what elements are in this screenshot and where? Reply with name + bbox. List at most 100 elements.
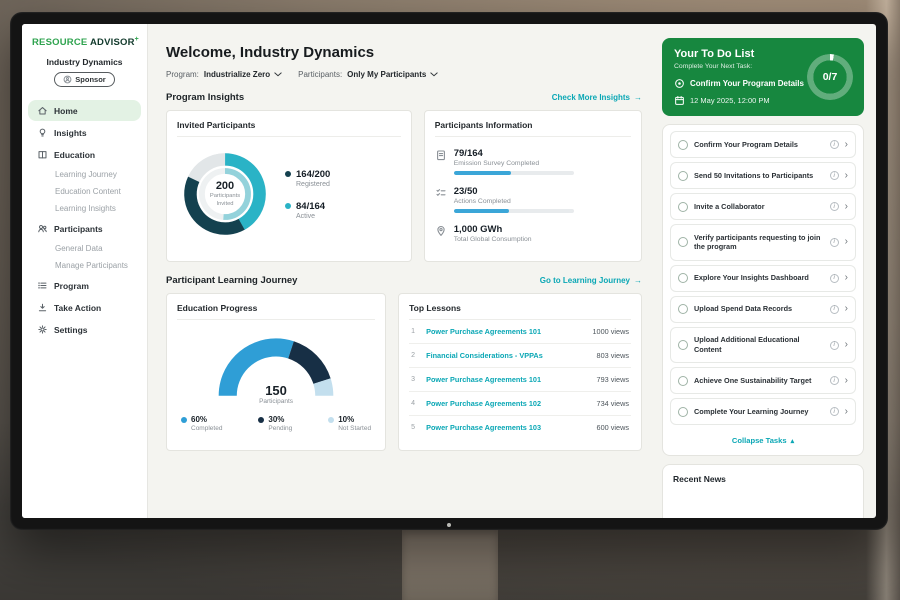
task-row[interactable]: Send 50 Invitations to Participants i › xyxy=(670,162,856,189)
todo-next-task[interactable]: Confirm Your Program Details xyxy=(674,78,814,89)
lesson-link[interactable]: Power Purchase Agreements 101 xyxy=(426,375,589,384)
task-row[interactable]: Explore Your Insights Dashboard i › xyxy=(670,265,856,292)
sidebar-item-program[interactable]: Program xyxy=(28,275,141,296)
info-icon[interactable]: i xyxy=(830,238,839,247)
task-checkbox[interactable] xyxy=(678,237,688,247)
chevron-right-icon[interactable]: › xyxy=(845,237,848,247)
sponsor-badge[interactable]: Sponsor xyxy=(54,72,114,87)
monitor-power-led xyxy=(447,523,451,527)
legend-item-pending: 30% Pending xyxy=(258,415,292,432)
sponsor-label: Sponsor xyxy=(75,75,105,84)
info-icon[interactable]: i xyxy=(830,202,839,211)
sidebar-item-education[interactable]: Education xyxy=(28,144,141,165)
task-label: Complete Your Learning Journey xyxy=(694,407,824,417)
todo-panel: Your To Do List Complete Your Next Task:… xyxy=(658,24,876,518)
info-icon[interactable]: i xyxy=(830,376,839,385)
dashboard-screen: RESOURCE ADVISOR+ Industry Dynamics Spon… xyxy=(22,24,876,518)
todo-progress-ring: 0/7 xyxy=(807,54,853,100)
sidebar-item-general-data[interactable]: General Data xyxy=(22,240,147,257)
sidebar-item-take-action[interactable]: Take Action xyxy=(28,297,141,318)
lesson-link[interactable]: Power Purchase Agreements 103 xyxy=(426,423,589,432)
legend-value: 60% xyxy=(191,415,222,424)
todo-progress-count: 0/7 xyxy=(807,54,853,100)
lesson-views: 803 views xyxy=(597,351,629,360)
info-icon[interactable]: i xyxy=(830,407,839,416)
sidebar-item-education-content[interactable]: Education Content xyxy=(22,183,147,200)
sidebar-item-settings[interactable]: Settings xyxy=(28,319,141,340)
go-to-learning-journey-label: Go to Learning Journey xyxy=(540,276,630,285)
task-label: Send 50 Invitations to Participants xyxy=(694,171,824,181)
task-checkbox[interactable] xyxy=(678,304,688,314)
sidebar-item-participants[interactable]: Participants xyxy=(28,218,141,239)
list-icon xyxy=(37,280,48,291)
invited-participants-card: Invited Participants 200 Participants In… xyxy=(166,110,412,262)
todo-summary-card: Your To Do List Complete Your Next Task:… xyxy=(662,38,864,116)
lesson-rank: 1 xyxy=(411,328,419,335)
lesson-link[interactable]: Financial Considerations - VPPAs xyxy=(426,351,589,360)
program-select[interactable]: Industrialize Zero xyxy=(204,70,282,79)
legend-item-not-started: 10% Not Started xyxy=(328,415,371,432)
top-lessons-title: Top Lessons xyxy=(409,303,631,320)
chevron-right-icon[interactable]: › xyxy=(845,304,848,314)
stat-value: 23/50 xyxy=(454,186,574,197)
task-checkbox[interactable] xyxy=(678,340,688,350)
logo-advisor: ADVISOR+ xyxy=(90,37,139,48)
progress-bar-track xyxy=(454,209,574,213)
program-insights-heading: Program Insights xyxy=(166,92,244,103)
info-icon[interactable]: i xyxy=(830,274,839,283)
lesson-rank: 3 xyxy=(411,376,419,383)
participants-select[interactable]: Only My Participants xyxy=(347,70,438,79)
task-row[interactable]: Complete Your Learning Journey i › xyxy=(670,398,856,425)
chevron-right-icon[interactable]: › xyxy=(845,171,848,181)
task-label: Invite a Collaborator xyxy=(694,202,824,212)
task-row[interactable]: Upload Additional Educational Content i … xyxy=(670,327,856,364)
task-checkbox[interactable] xyxy=(678,202,688,212)
chevron-right-icon[interactable]: › xyxy=(845,140,848,150)
info-icon[interactable]: i xyxy=(830,171,839,180)
chevron-right-icon[interactable]: › xyxy=(845,340,848,350)
task-row[interactable]: Achieve One Sustainability Target i › xyxy=(670,367,856,394)
legend-dot xyxy=(328,417,334,423)
sidebar-item-label: Learning Journey xyxy=(55,170,117,179)
go-to-learning-journey-link[interactable]: Go to Learning Journey → xyxy=(540,276,642,285)
participants-information-title: Participants Information xyxy=(435,120,631,137)
task-checkbox[interactable] xyxy=(678,407,688,417)
task-checkbox[interactable] xyxy=(678,273,688,283)
sidebar-nav: Home Insights Education Learning Journey xyxy=(22,99,147,341)
stat-global-consumption: 1,000 GWh Total Global Consumption xyxy=(435,224,631,243)
task-checkbox[interactable] xyxy=(678,140,688,150)
chevron-right-icon[interactable]: › xyxy=(845,376,848,386)
info-icon[interactable]: i xyxy=(830,140,839,149)
task-row[interactable]: Upload Spend Data Records i › xyxy=(670,296,856,323)
check-more-insights-link[interactable]: Check More Insights → xyxy=(552,93,642,102)
chevron-right-icon[interactable]: › xyxy=(845,407,848,417)
program-filter: Program: Industrialize Zero xyxy=(166,70,282,79)
sidebar-item-learning-journey[interactable]: Learning Journey xyxy=(22,166,147,183)
collapse-tasks-link[interactable]: Collapse Tasks ▴ xyxy=(670,429,856,453)
sidebar-item-learning-insights[interactable]: Learning Insights xyxy=(22,200,147,217)
task-row[interactable]: Confirm Your Program Details i › xyxy=(670,131,856,158)
sidebar-item-insights[interactable]: Insights xyxy=(28,122,141,143)
stat-emission-survey: 79/164 Emission Survey Completed xyxy=(435,148,631,175)
task-checkbox[interactable] xyxy=(678,376,688,386)
program-filter-label: Program: xyxy=(166,70,199,79)
lesson-link[interactable]: Power Purchase Agreements 101 xyxy=(426,327,585,336)
sidebar-item-manage-participants[interactable]: Manage Participants xyxy=(22,257,147,274)
task-label: Confirm Your Program Details xyxy=(694,140,824,150)
chevron-right-icon[interactable]: › xyxy=(845,273,848,283)
chevron-right-icon[interactable]: › xyxy=(845,202,848,212)
book-icon xyxy=(37,149,48,160)
task-row[interactable]: Verify participants requesting to join t… xyxy=(670,224,856,261)
sidebar-item-home[interactable]: Home xyxy=(28,100,141,121)
legend-dot xyxy=(285,171,291,177)
participants-filter-label: Participants: xyxy=(298,70,342,79)
info-icon[interactable]: i xyxy=(830,341,839,350)
task-row[interactable]: Invite a Collaborator i › xyxy=(670,193,856,220)
sidebar-item-label: Program xyxy=(54,281,89,291)
info-icon[interactable]: i xyxy=(830,305,839,314)
lesson-link[interactable]: Power Purchase Agreements 102 xyxy=(426,399,589,408)
stat-label: Emission Survey Completed xyxy=(454,160,574,167)
logo-resource: RESOURCE xyxy=(32,37,87,48)
task-checkbox[interactable] xyxy=(678,171,688,181)
photo-background: RESOURCE ADVISOR+ Industry Dynamics Spon… xyxy=(0,0,900,600)
